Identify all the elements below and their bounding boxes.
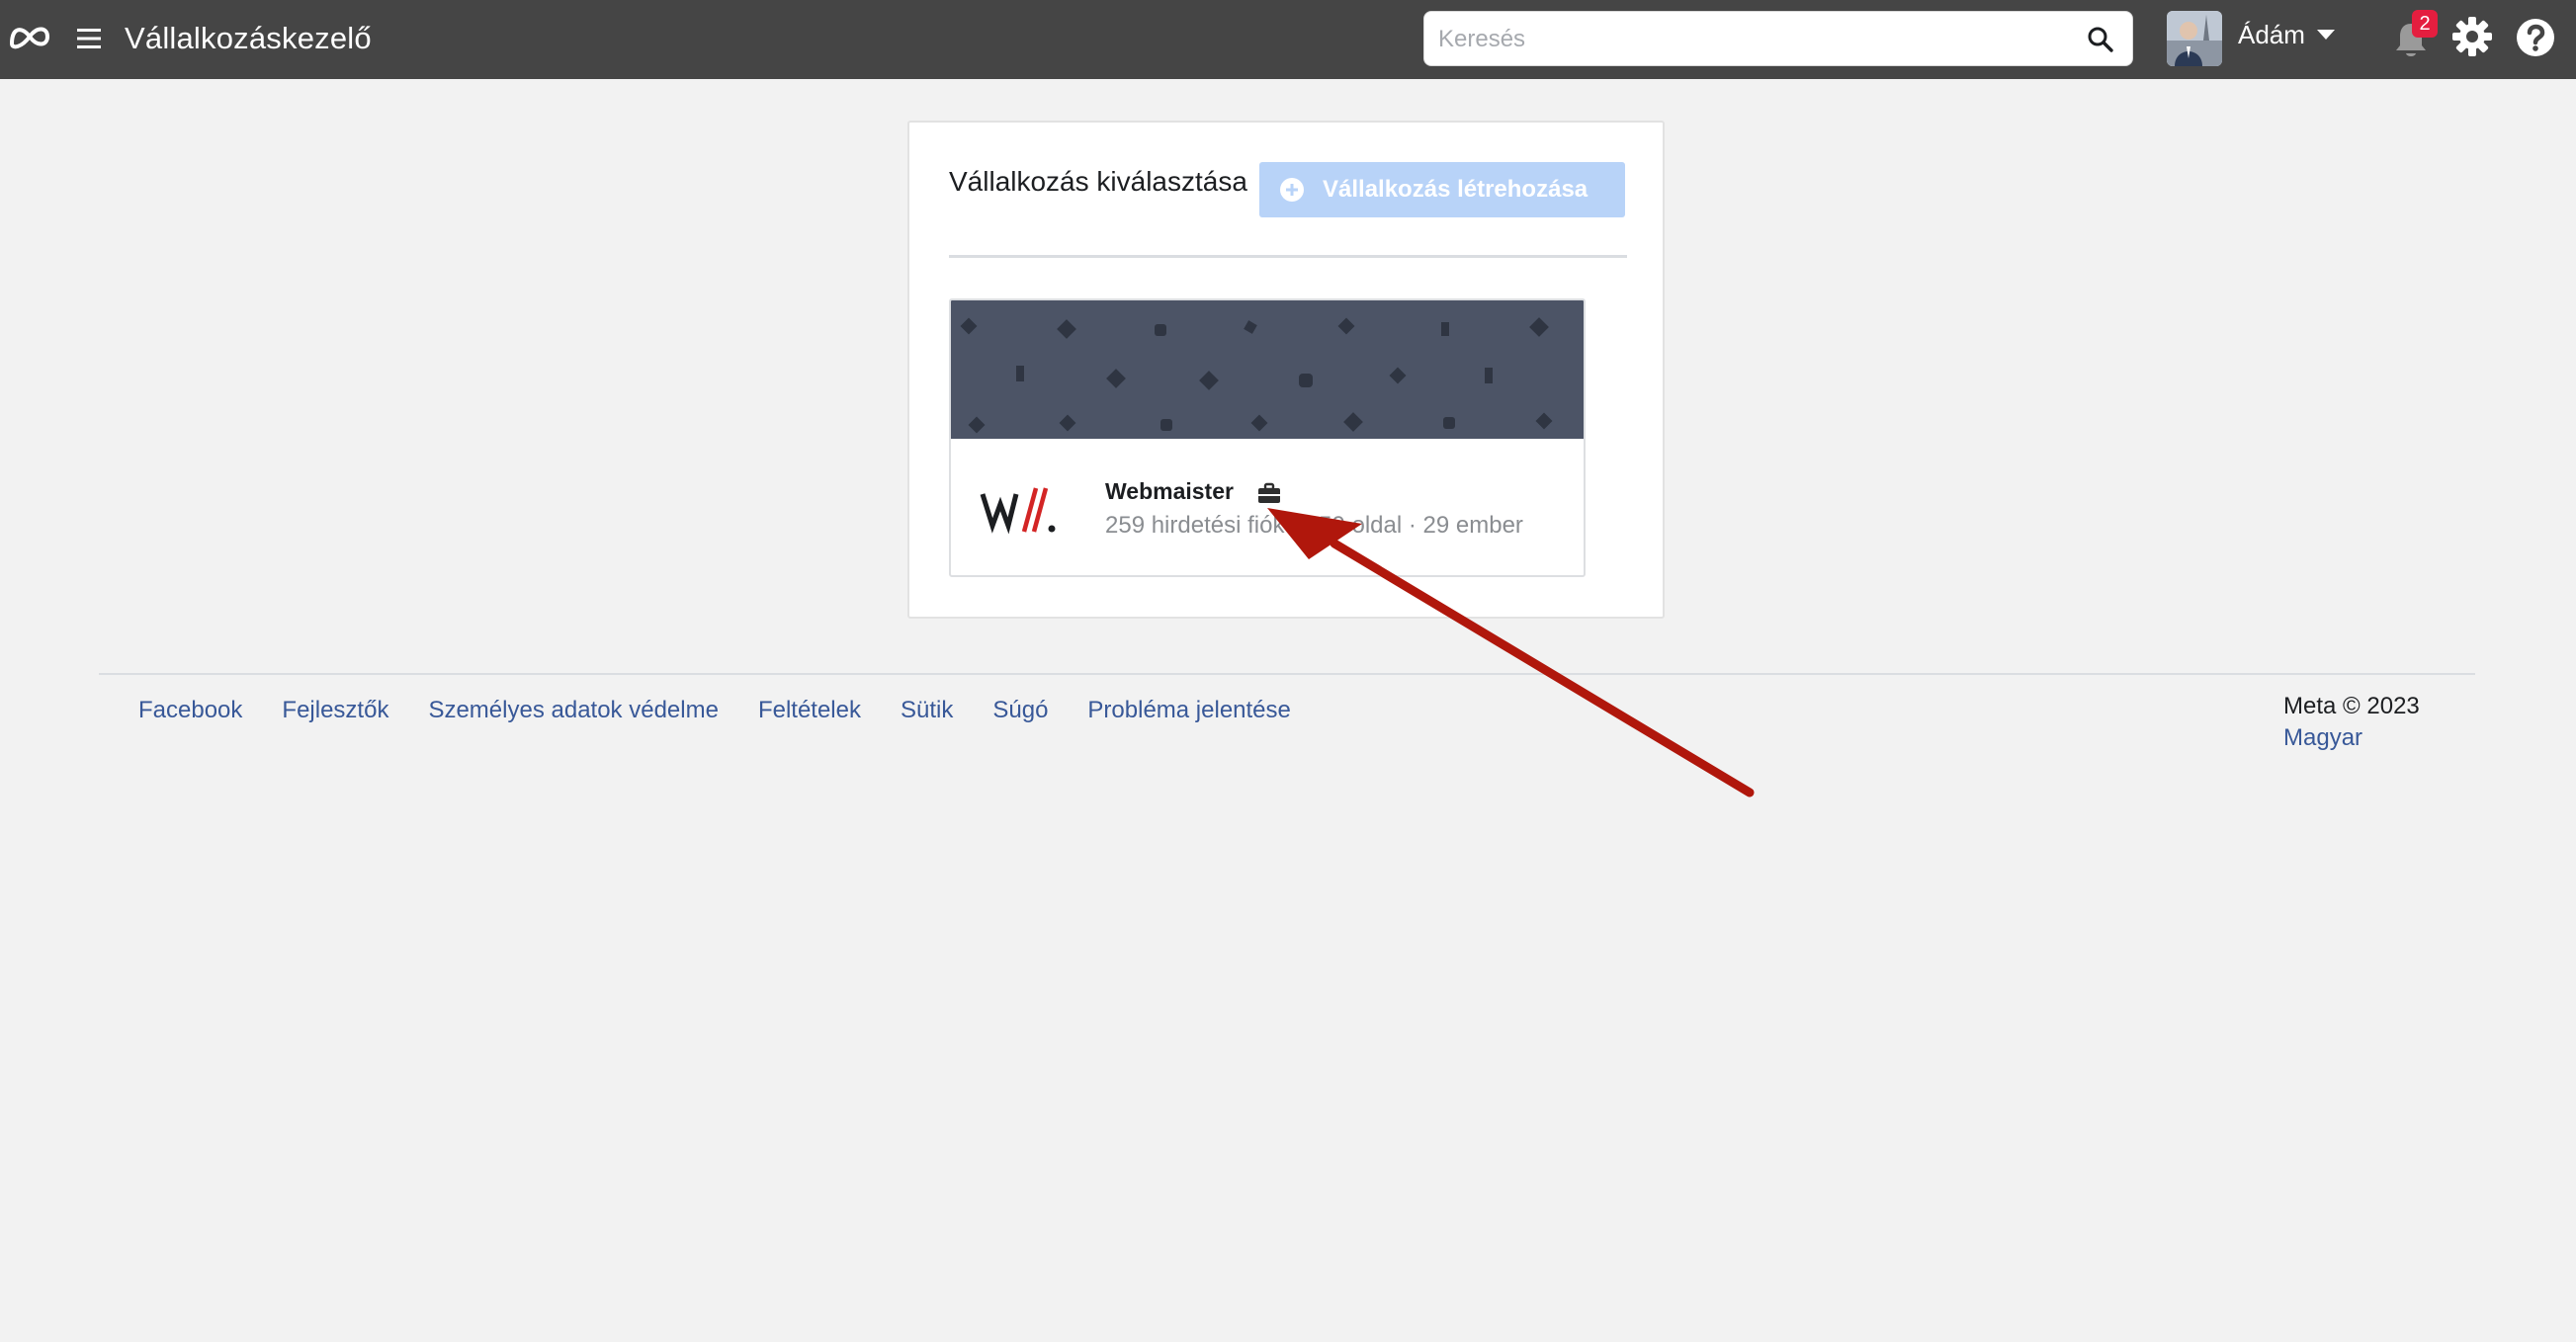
footer-link-terms[interactable]: Feltételek	[758, 694, 861, 727]
footer-link-help[interactable]: Súgó	[992, 694, 1048, 727]
business-selection-panel: Vállalkozás kiválasztása Vállalkozás lét…	[907, 121, 1665, 619]
footer-link-report-problem[interactable]: Probléma jelentése	[1087, 694, 1290, 727]
footer-links: Facebook Fejlesztők Személyes adatok véd…	[138, 694, 1331, 727]
search-icon[interactable]	[2087, 26, 2114, 53]
avatar[interactable]	[2167, 11, 2222, 66]
menu-icon[interactable]	[75, 24, 103, 53]
app-title[interactable]: Vállalkozáskezelő	[125, 18, 372, 59]
notification-badge[interactable]: 2	[2412, 10, 2438, 38]
banner-pattern	[960, 317, 1553, 434]
briefcase-icon	[1258, 482, 1280, 503]
footer-link-privacy[interactable]: Személyes adatok védelme	[428, 694, 718, 727]
user-name[interactable]: Ádám	[2238, 18, 2305, 51]
footer-link-facebook[interactable]: Facebook	[138, 694, 242, 727]
panel-title: Vállalkozás kiválasztása	[949, 166, 1247, 197]
create-business-button[interactable]: Vállalkozás létrehozása	[1259, 162, 1625, 217]
search-box[interactable]	[1423, 11, 2133, 66]
business-banner	[951, 300, 1584, 439]
chevron-down-icon[interactable]	[2315, 28, 2337, 42]
footer-link-developers[interactable]: Fejlesztők	[282, 694, 388, 727]
footer-divider	[99, 673, 2475, 675]
meta-logo-icon[interactable]	[8, 20, 51, 53]
business-card-webmaister[interactable]: Webmaister 259 hirdetési fiók · 259 olda…	[949, 298, 1586, 577]
search-input[interactable]	[1438, 18, 2071, 61]
footer-link-cookies[interactable]: Sütik	[901, 694, 953, 727]
plus-circle-icon	[1280, 178, 1304, 202]
gear-icon[interactable]	[2451, 16, 2493, 57]
top-bar: Vállalkozáskezelő Ádám 2	[0, 0, 2576, 79]
help-icon[interactable]	[2515, 17, 2556, 58]
copyright: Meta © 2023	[2283, 693, 2420, 719]
webmaister-logo	[980, 487, 1056, 535]
create-business-label: Vállalkozás létrehozása	[1323, 176, 1589, 203]
language-selector[interactable]: Magyar	[2283, 721, 2362, 755]
business-stats: 259 hirdetési fiók · 259 oldal · 29 embe…	[1105, 512, 1523, 539]
divider	[949, 255, 1627, 258]
business-name: Webmaister	[1105, 478, 1234, 504]
